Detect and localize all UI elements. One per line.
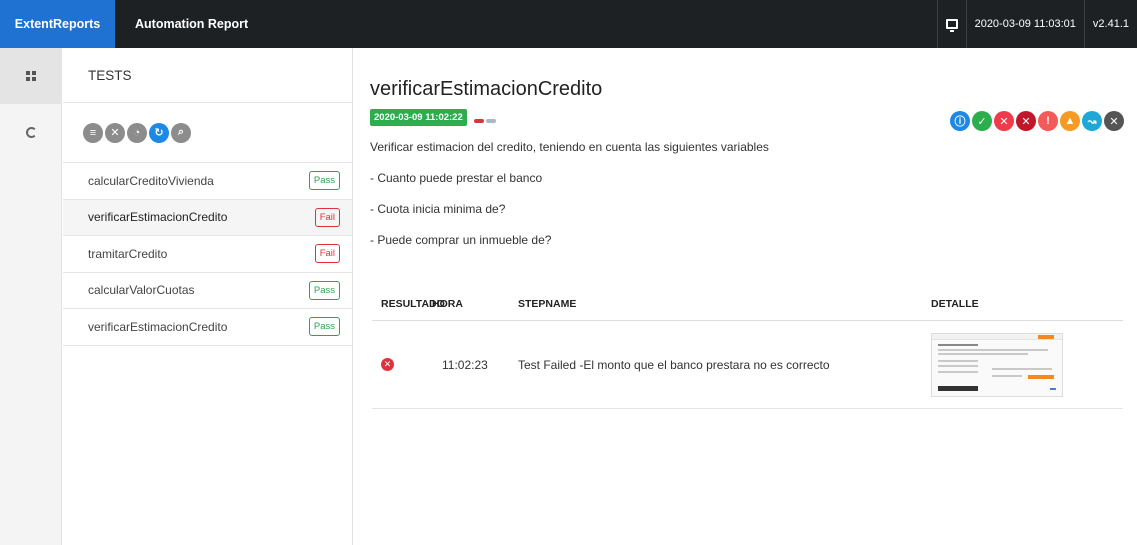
table-row: ✕ 11:02:23 Test Failed -El monto que el … [372,321,1123,409]
fatal-icon[interactable]: ✕ [1016,111,1036,131]
header-time: HORA [432,298,463,310]
spiral-icon[interactable]: ◔ [127,122,147,143]
fail-status-icon: ✕ [381,358,394,371]
panel-title: TESTS [63,48,352,103]
result-cell: ✕ [372,358,428,371]
test-item[interactable]: tramitarCredito Fail [63,236,352,273]
neutral-bar [486,119,496,123]
search-icon[interactable]: ⌕ [171,122,191,143]
description-line: - Cuanto puede prestar el banco [370,171,543,185]
brand-logo[interactable]: ExtentReports [0,0,115,48]
error-icon[interactable]: ! [1038,111,1058,131]
report-version: v2.41.1 [1083,0,1137,48]
check-icon[interactable]: ✓ [972,111,992,131]
status-filter-icons: ⓘ ✓ ✕ ✕ ! ▲ ↝ ✕ [950,111,1124,131]
test-name: calcularCreditoVivienda [88,173,214,188]
top-navbar: ExtentReports Automation Report 2020-03-… [0,0,1137,48]
monitor-cell[interactable] [936,0,966,48]
info-icon[interactable]: ⓘ [950,111,970,131]
filter-toolbar: ≡ ✕ ◔ ↻ ⌕ [63,103,352,163]
screenshot-thumbnail[interactable] [931,332,1063,397]
close-icon[interactable]: ✕ [1104,111,1124,131]
dashboard-grid-icon [26,71,36,81]
test-name: tramitarCredito [88,246,168,261]
rail-item-tests[interactable] [0,48,62,104]
fail-icon[interactable]: ✕ [994,111,1014,131]
test-detail: verificarEstimacionCredito 2020-03-09 11… [354,48,1137,545]
test-item[interactable]: calcularCreditoVivienda Pass [63,163,352,200]
header-result: RESULTADO [381,298,445,310]
description-line: Verificar estimacion del credito, tenien… [370,140,769,154]
test-item[interactable]: calcularValorCuotas Pass [63,273,352,309]
skip-icon[interactable]: ↝ [1082,111,1102,131]
top-right-info: 2020-03-09 11:03:01 v2.41.1 [936,0,1137,48]
spiral-icon [25,126,37,138]
test-title: verificarEstimacionCredito [370,78,603,100]
refresh-icon[interactable]: ↻ [149,122,169,143]
test-name: verificarEstimacionCredito [88,210,228,225]
close-icon[interactable]: ✕ [105,122,125,143]
status-badge: Fail [314,244,340,264]
report-title: Automation Report [135,17,249,31]
time-cell: 11:02:23 [442,357,488,372]
test-name: calcularValorCuotas [88,283,195,298]
warning-icon[interactable]: ▲ [1060,111,1080,131]
test-item[interactable]: verificarEstimacionCredito Fail [63,199,352,236]
fail-bar [474,119,484,123]
test-list-panel: TESTS ≡ ✕ ◔ ↻ ⌕ calcularCreditoVivienda … [63,48,353,545]
description-line: - Puede comprar un inmueble de? [370,233,552,247]
test-item[interactable]: verificarEstimacionCredito Pass [63,309,352,346]
status-badge: Fail [314,207,340,227]
status-badge: Pass [308,317,340,337]
steps-table: RESULTADO HORA STEPNAME DETALLE ✕ 11:02:… [372,288,1123,409]
monitor-icon[interactable] [945,19,958,32]
list-icon[interactable]: ≡ [83,122,103,143]
stepname-cell: Test Failed -El monto que el banco prest… [518,357,830,372]
report-datetime: 2020-03-09 11:03:01 [965,0,1084,48]
steps-header: RESULTADO HORA STEPNAME DETALLE [372,288,1123,321]
side-rail [0,48,62,545]
start-time-badge: 2020-03-09 11:02:22 [370,109,467,126]
header-stepname: STEPNAME [518,298,577,310]
rail-item-categories[interactable] [0,104,62,160]
header-detail: DETALLE [931,298,979,310]
detail-cell [931,332,1123,397]
status-badge: Pass [308,280,340,300]
description-line: - Cuota inicia minima de? [370,202,506,216]
test-list: calcularCreditoVivienda Pass verificarEs… [63,163,352,346]
status-badge: Pass [308,171,340,191]
test-name: verificarEstimacionCredito [88,319,228,334]
